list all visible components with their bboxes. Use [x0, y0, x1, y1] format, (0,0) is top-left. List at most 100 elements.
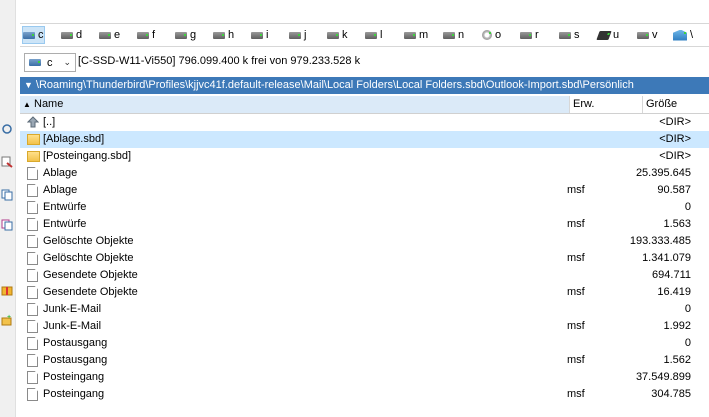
- system-drive-icon: [29, 59, 41, 66]
- drive-button-f[interactable]: f: [137, 27, 155, 43]
- file-row[interactable]: Gelöschte Objekte 193.333.485: [20, 233, 709, 250]
- file-name: Gelöschte Objekte: [43, 235, 134, 247]
- file-icon: [27, 235, 38, 248]
- file-row[interactable]: [..] <DIR>: [20, 114, 709, 131]
- file-size: 37.549.899: [635, 371, 691, 383]
- file-name: Entwürfe: [43, 218, 87, 230]
- file-extension: msf: [567, 354, 585, 366]
- column-name[interactable]: ▲ Name: [20, 96, 570, 113]
- hard-drive-icon: [23, 31, 35, 39]
- file-row[interactable]: Posteingang msf 304.785: [20, 386, 709, 403]
- file-row[interactable]: Entwürfe 0: [20, 199, 709, 216]
- file-row[interactable]: Junk-E-Mail 0: [20, 301, 709, 318]
- drive-letter: f: [152, 29, 156, 41]
- move-icon[interactable]: [1, 219, 13, 231]
- file-name: Gesendete Objekte: [43, 286, 138, 298]
- file-icon: [27, 354, 38, 367]
- column-extension[interactable]: Erw.: [570, 96, 643, 113]
- file-name: Postausgang: [43, 337, 108, 349]
- file-extension: msf: [567, 320, 585, 332]
- column-size[interactable]: Größe: [643, 96, 709, 113]
- file-extension: msf: [567, 388, 585, 400]
- copy-icon[interactable]: [1, 189, 13, 201]
- drive-button-c[interactable]: c: [22, 26, 45, 44]
- drive-letter: i: [266, 29, 269, 41]
- hard-drive-icon: [289, 31, 301, 39]
- hard-drive-icon: [99, 31, 111, 39]
- up-icon: [26, 116, 40, 128]
- hard-drive-icon: [637, 31, 649, 39]
- search-icon[interactable]: [1, 156, 13, 168]
- file-icon: [27, 201, 38, 214]
- file-icon: [27, 388, 38, 401]
- drive-button-e[interactable]: e: [99, 27, 120, 43]
- drive-button-r[interactable]: r: [520, 27, 539, 43]
- drive-letter: s: [574, 29, 580, 41]
- path-bar[interactable]: ▼ \Roaming\Thunderbird\Profiles\kjjvc41f.…: [20, 77, 709, 94]
- drive-button-j[interactable]: j: [289, 27, 306, 43]
- pack-icon[interactable]: [1, 284, 13, 296]
- drive-button-l[interactable]: l: [365, 27, 382, 43]
- file-row[interactable]: [Posteingang.sbd] <DIR>: [20, 148, 709, 165]
- drive-letter: c: [38, 29, 44, 41]
- file-size: 193.333.485: [629, 235, 691, 247]
- file-name: [Ablage.sbd]: [43, 133, 105, 145]
- file-row[interactable]: Ablage msf 90.587: [20, 182, 709, 199]
- new-folder-icon[interactable]: +: [1, 314, 13, 326]
- drive-letter: j: [304, 29, 307, 41]
- file-row[interactable]: Entwürfe msf 1.563: [20, 216, 709, 233]
- drive-button-h[interactable]: h: [213, 27, 234, 43]
- drive-button-k[interactable]: k: [327, 27, 348, 43]
- drive-button-i[interactable]: i: [251, 27, 268, 43]
- file-name: Gesendete Objekte: [43, 269, 138, 281]
- view-icon[interactable]: [1, 123, 13, 135]
- drive-letter: o: [495, 29, 502, 41]
- file-row[interactable]: Gelöschte Objekte msf 1.341.079: [20, 250, 709, 267]
- file-row[interactable]: [Ablage.sbd] <DIR>: [20, 131, 709, 148]
- drive-letter: l: [380, 29, 383, 41]
- file-icon: [27, 371, 38, 384]
- usb-drive-icon: [596, 30, 612, 40]
- file-row[interactable]: Postausgang msf 1.562: [20, 352, 709, 369]
- file-size: 0: [684, 337, 691, 349]
- file-icon: [27, 337, 38, 350]
- file-row[interactable]: Postausgang 0: [20, 335, 709, 352]
- drive-button-o[interactable]: o: [482, 27, 501, 43]
- file-size: 694.711: [652, 269, 691, 281]
- file-size: 1.992: [663, 320, 691, 332]
- file-row[interactable]: Gesendete Objekte 694.711: [20, 267, 709, 284]
- file-name: Entwürfe: [43, 201, 87, 213]
- file-icon: [27, 303, 38, 316]
- hard-drive-icon: [213, 31, 225, 39]
- drive-selector[interactable]: c ⌄: [24, 53, 76, 72]
- file-row[interactable]: Gesendete Objekte msf 16.419: [20, 284, 709, 301]
- hard-drive-icon: [61, 31, 73, 39]
- drive-button-n[interactable]: n: [443, 27, 464, 43]
- file-icon: [27, 269, 38, 282]
- drive-letter: e: [114, 29, 121, 41]
- file-size: 16.419: [657, 286, 691, 298]
- file-name: Ablage: [43, 184, 78, 196]
- drive-button-v[interactable]: v: [637, 27, 658, 43]
- drive-letter: \: [690, 29, 694, 41]
- left-toolbar: +: [0, 0, 16, 417]
- file-row[interactable]: Junk-E-Mail msf 1.992: [20, 318, 709, 335]
- drive-button-d[interactable]: d: [61, 27, 82, 43]
- drive-button-network[interactable]: \: [673, 27, 693, 43]
- file-size: 0: [684, 303, 691, 315]
- drive-button-m[interactable]: m: [404, 27, 428, 43]
- drive-letter: g: [190, 29, 197, 41]
- history-dropdown-icon[interactable]: ▼: [24, 77, 33, 94]
- drive-button-u[interactable]: u: [596, 27, 619, 43]
- folder-icon: [27, 151, 40, 162]
- drive-letter: h: [228, 29, 235, 41]
- drive-selector-value: c: [47, 56, 53, 69]
- drive-info: [C-SSD-W11-Vi550] 796.099.400 k frei von…: [78, 55, 361, 67]
- file-row[interactable]: Posteingang 37.549.899: [20, 369, 709, 386]
- drive-button-s[interactable]: s: [559, 27, 580, 43]
- file-name: Gelöschte Objekte: [43, 252, 134, 264]
- file-name: [Posteingang.sbd]: [43, 150, 132, 162]
- hard-drive-icon: [327, 31, 339, 39]
- file-row[interactable]: Ablage 25.395.645: [20, 165, 709, 182]
- drive-button-g[interactable]: g: [175, 27, 196, 43]
